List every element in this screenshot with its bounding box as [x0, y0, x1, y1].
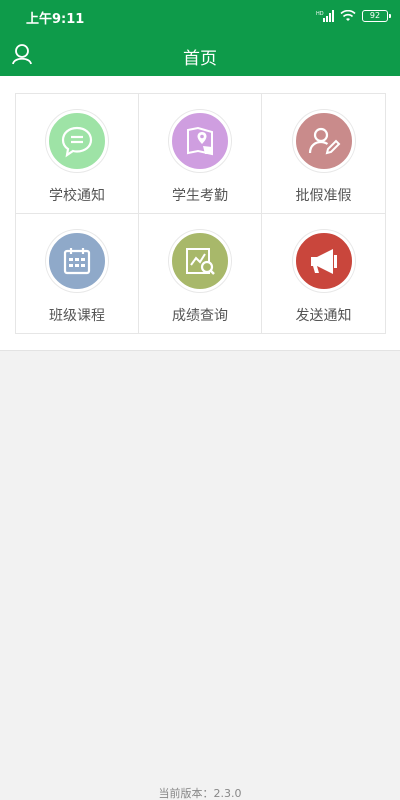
map-pin-icon [187, 126, 213, 156]
menu-icon-circle [46, 229, 108, 292]
menu-item-attendance[interactable]: 学生考勤 [139, 94, 262, 214]
user-edit-icon [308, 127, 340, 155]
battery-icon: 92 [362, 10, 391, 22]
wifi-icon [340, 10, 356, 21]
menu-panel: 学校通知 学生考勤 批假准假 班级课程 成绩查询 发送通知 [0, 76, 400, 351]
menu-item-label: 学校通知 [49, 188, 105, 204]
menu-item-label: 学生考勤 [172, 188, 228, 204]
chat-bubble-icon [61, 126, 93, 158]
menu-item-leave-approval[interactable]: 批假准假 [262, 94, 385, 214]
menu-grid: 学校通知 学生考勤 批假准假 班级课程 成绩查询 发送通知 [15, 93, 386, 334]
app-bar: 首页 [0, 32, 400, 76]
menu-item-label: 批假准假 [295, 188, 352, 204]
menu-item-class-schedule[interactable]: 班级课程 [16, 213, 139, 333]
page-title: 首页 [183, 49, 217, 69]
menu-item-label: 班级课程 [49, 307, 105, 324]
menu-item-label: 发送通知 [295, 307, 352, 324]
calendar-icon [63, 247, 91, 274]
menu-icon-circle [169, 110, 231, 172]
menu-item-label: 成绩查询 [172, 307, 228, 324]
megaphone-icon [310, 248, 337, 274]
menu-item-grade-query[interactable]: 成绩查询 [139, 213, 262, 333]
status-bar: 上午9:11 HD 92 [0, 0, 400, 32]
menu-icon-circle [292, 110, 355, 172]
menu-item-school-notice[interactable]: 学校通知 [16, 94, 139, 214]
version-text: 当前版本：2.3.0 [158, 787, 242, 800]
chart-search-icon [186, 247, 215, 275]
menu-icon-circle [292, 229, 355, 292]
menu-icon-circle [46, 110, 108, 172]
status-time: 上午9:11 [26, 12, 85, 27]
menu-item-send-notice[interactable]: 发送通知 [262, 214, 385, 334]
status-icons: HD 92 [316, 8, 391, 24]
network-label: HD [316, 11, 324, 17]
signal-icon: HD [316, 10, 334, 22]
menu-icon-circle [169, 229, 231, 292]
